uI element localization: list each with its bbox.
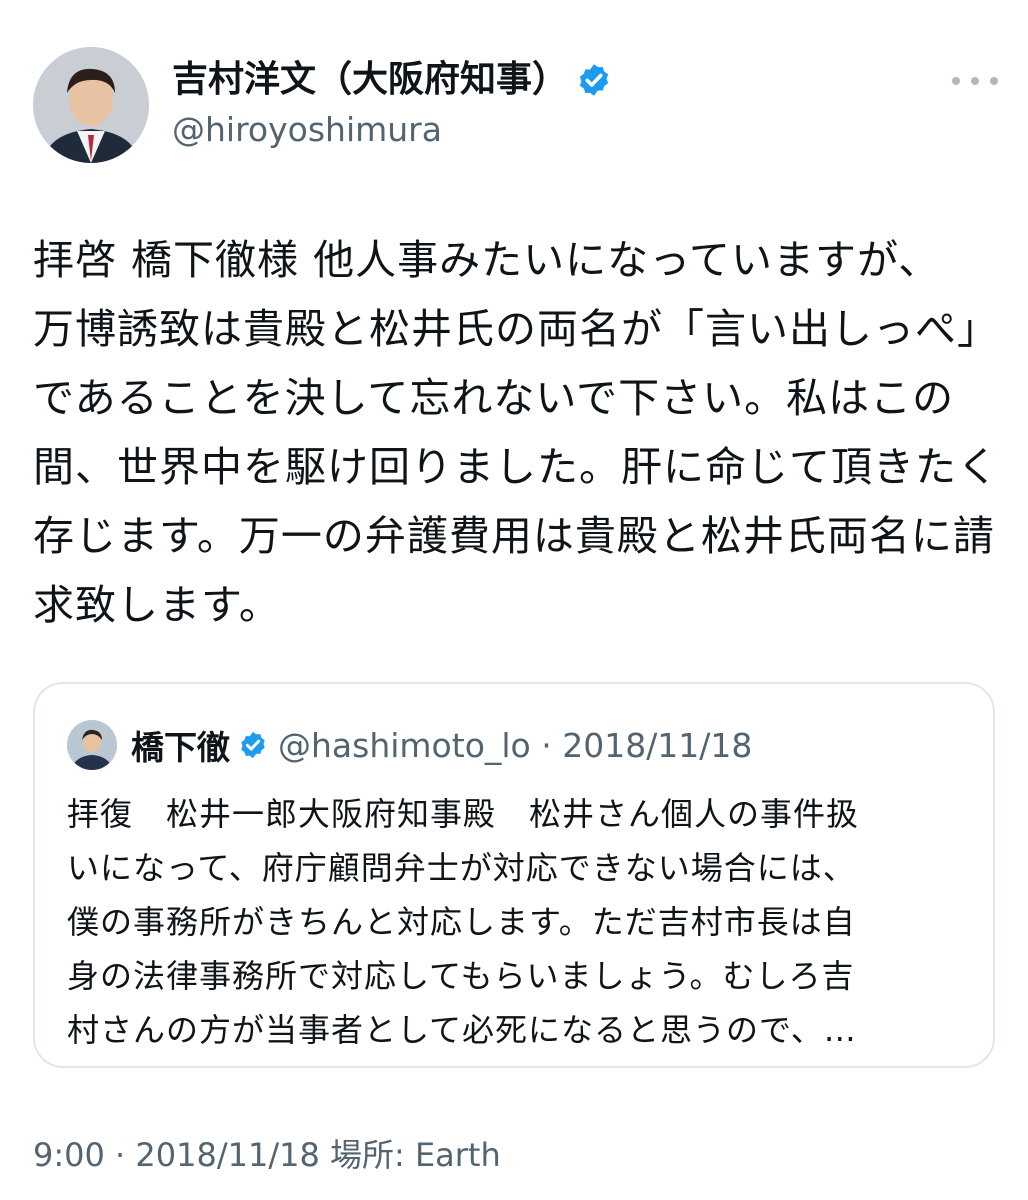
quoted-tweet-header: 橋下徹 @hashimoto_lo · 2018/11/18 <box>67 720 752 770</box>
tweet-text-line: 間、世界中を駆け回りました。肝に命じて頂きたく <box>33 443 999 491</box>
tweet-text-line: 求致します。 <box>33 581 281 629</box>
verified-badge-icon <box>241 731 265 759</box>
quoted-handle-date: @hashimoto_lo · 2018/11/18 <box>278 725 753 765</box>
tweet-text-line: であることを決して忘れないで下さい。私はこの <box>33 374 955 422</box>
dot <box>952 77 960 85</box>
dot <box>990 77 998 85</box>
quoted-text-line: 身の法律事務所で対応してもらいましょう。むしろ吉 <box>67 957 855 995</box>
dot <box>971 77 979 85</box>
tweet-text-line: 万博誘致は貴殿と松井氏の両名が「言い出しっぺ」 <box>33 305 999 353</box>
tweet-text: 拝啓 橋下徹様 他人事みたいになっていますが、 万博誘致は貴殿と松井氏の両名が「… <box>33 226 1005 640</box>
tweet-timestamp-location[interactable]: 9:00 · 2018/11/18 場所: Earth <box>33 1133 501 1177</box>
more-options-icon[interactable] <box>952 68 998 94</box>
author-avatar[interactable] <box>33 47 149 163</box>
author-display-name[interactable]: 吉村洋文（大阪府知事） <box>172 58 568 102</box>
author-name-row: 吉村洋文（大阪府知事） <box>172 58 612 102</box>
quoted-text-line: 村さんの方が当事者として必死になると思うので、… <box>67 1011 857 1049</box>
author-handle[interactable]: @hiroyoshimura <box>172 110 442 150</box>
tweet-text-line: 存じます。万一の弁護費用は貴殿と松井氏両名に請 <box>33 512 995 560</box>
quoted-author-avatar <box>67 720 117 770</box>
quoted-tweet-card[interactable]: 橋下徹 @hashimoto_lo · 2018/11/18 拝復 松井一郎大阪… <box>33 682 995 1068</box>
tweet-text-line: 拝啓 橋下徹様 他人事みたいになっていますが、 <box>33 236 941 284</box>
quoted-author-name: 橋下徹 <box>131 728 230 767</box>
quoted-text-line: いになって、府庁顧問弁士が対応できない場合には、 <box>67 849 856 887</box>
verified-badge-icon <box>579 64 609 96</box>
quoted-text-line: 僕の事務所がきちんと対応します。ただ吉村市長は自 <box>67 903 856 941</box>
quoted-text-line: 拝復 松井一郎大阪府知事殿 松井さん個人の事件扱 <box>67 795 860 833</box>
quoted-tweet-text: 拝復 松井一郎大阪府知事殿 松井さん個人の事件扱 いになって、府庁顧問弁士が対応… <box>67 787 977 1057</box>
